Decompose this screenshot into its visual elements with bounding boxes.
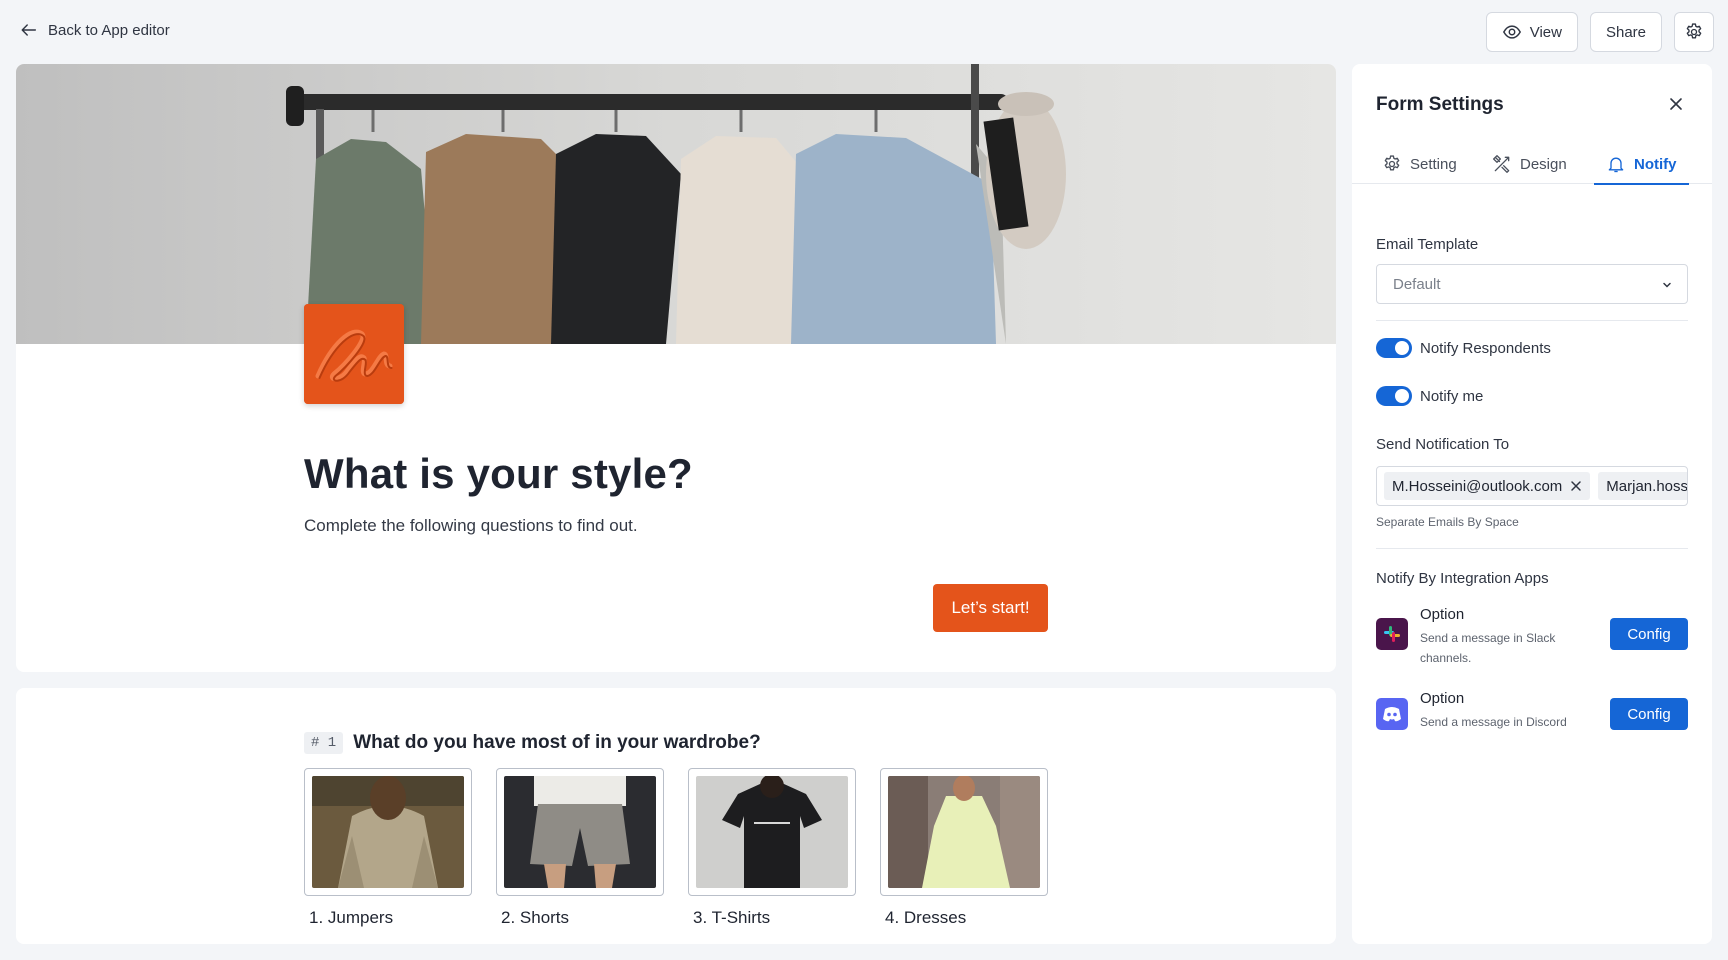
top-bar: Back to App editor View Share <box>0 0 1728 64</box>
clothing-rack-photo <box>16 64 1336 344</box>
t-shirts-photo <box>696 776 848 888</box>
form-cover-card: What is your style? Complete the followi… <box>16 64 1336 672</box>
tab-setting[interactable]: Setting <box>1382 144 1457 184</box>
panel-title: Form Settings <box>1376 94 1504 115</box>
option-image-frame <box>880 768 1048 896</box>
bell-icon <box>1608 157 1624 173</box>
chevron-down-icon <box>1663 282 1671 288</box>
divider <box>1376 548 1688 549</box>
slack-option-desc: Send a message in Slack channels. <box>1420 631 1556 665</box>
notify-respondents-toggle[interactable] <box>1376 338 1412 358</box>
option-label: 4. Dresses <box>885 908 967 927</box>
email-template-select[interactable]: Default <box>1376 264 1688 304</box>
option-dresses[interactable]: 4. Dresses <box>880 768 1048 928</box>
settings-tabs: Setting Design Notify <box>1352 144 1712 185</box>
slack-integration-row: Option Send a message in Slack channels.… <box>1376 606 1688 666</box>
notify-me-toggle[interactable] <box>1376 386 1412 406</box>
discord-config-button[interactable]: Config <box>1610 698 1688 730</box>
send-notification-label: Send Notification To <box>1376 436 1510 453</box>
slack-config-button[interactable]: Config <box>1610 618 1688 650</box>
notify-respondents-row: Notify Respondents <box>1376 338 1551 358</box>
slack-option-name: Option <box>1420 606 1465 623</box>
view-button[interactable]: View <box>1485 12 1578 52</box>
emails-hint: Separate Emails By Space <box>1376 515 1519 529</box>
tab-notify[interactable]: Notify <box>1594 144 1689 185</box>
email-chip-text: M.Hosseini@outlook.com <box>1392 477 1563 495</box>
question-card: # 1 What do you have most of in your war… <box>16 688 1336 944</box>
tab-design-label: Design <box>1520 155 1567 173</box>
settings-button[interactable] <box>1674 12 1714 52</box>
option-label: 2. Shorts <box>501 908 570 927</box>
form-settings-panel: Form Settings Setting Design Notify Emai… <box>1352 64 1712 944</box>
eye-icon <box>1502 25 1521 39</box>
share-button-label: Share <box>1605 23 1646 41</box>
lets-start-button[interactable]: Let’s start! <box>933 584 1048 632</box>
notify-me-row: Notify me <box>1376 386 1483 406</box>
integration-apps-label: Notify By Integration Apps <box>1376 570 1549 587</box>
arrow-left-icon <box>21 24 37 36</box>
shorts-photo <box>504 776 656 888</box>
share-button[interactable]: Share <box>1589 12 1662 52</box>
form-title[interactable]: What is your style? <box>304 450 693 498</box>
discord-icon <box>1376 698 1408 730</box>
remove-email-icon[interactable] <box>1570 480 1582 492</box>
email-template-value: Default <box>1393 275 1441 293</box>
tab-setting-label: Setting <box>1410 155 1457 173</box>
back-link-label: Back to App editor <box>48 21 170 39</box>
divider <box>1376 320 1688 321</box>
option-shorts[interactable]: 2. Shorts <box>496 768 664 928</box>
notification-emails-input[interactable]: M.Hosseini@outlook.com Marjan.hosseini@g… <box>1376 466 1688 506</box>
option-image-frame <box>496 768 664 896</box>
tab-notify-label: Notify <box>1634 155 1677 173</box>
dresses-photo <box>888 776 1040 888</box>
style-script-logo <box>304 304 404 404</box>
option-t-shirts[interactable]: 3. T-Shirts <box>688 768 856 928</box>
email-chip-text: Marjan.hosseini@gmail.com <box>1606 477 1688 495</box>
slack-icon <box>1376 618 1408 650</box>
email-template-label: Email Template <box>1376 236 1479 253</box>
notify-respondents-label: Notify Respondents <box>1420 339 1551 357</box>
tab-design[interactable]: Design <box>1492 144 1567 184</box>
question-header: # 1 What do you have most of in your war… <box>304 732 761 754</box>
notify-me-label: Notify me <box>1420 387 1484 405</box>
option-jumpers[interactable]: 1. Jumpers <box>304 768 472 928</box>
option-image-frame <box>688 768 856 896</box>
jumpers-photo <box>312 776 464 888</box>
discord-option-name: Option <box>1420 690 1465 707</box>
discord-option-desc: Send a message in Discord <box>1420 715 1567 729</box>
option-label: 1. Jumpers <box>309 908 394 927</box>
close-icon[interactable] <box>1666 94 1686 114</box>
answer-options: 1. Jumpers 2. Shorts 3. T-Shirts 4. Dres… <box>304 768 1048 928</box>
gear-icon <box>1686 23 1702 39</box>
gear-icon <box>1384 155 1400 171</box>
email-chip: M.Hosseini@outlook.com <box>1384 472 1591 500</box>
design-tools-icon <box>1493 155 1510 173</box>
back-to-editor-link[interactable]: Back to App editor <box>20 21 170 39</box>
question-text[interactable]: What do you have most of in your wardrob… <box>353 732 760 754</box>
discord-integration-row: Option Send a message in Discord Config <box>1376 690 1688 740</box>
view-button-label: View <box>1529 23 1562 41</box>
cover-image <box>16 64 1336 344</box>
question-number-badge: # 1 <box>304 732 344 754</box>
option-image-frame <box>304 768 472 896</box>
option-label: 3. T-Shirts <box>693 908 771 927</box>
top-actions: View Share <box>1485 12 1714 52</box>
form-subtitle[interactable]: Complete the following questions to find… <box>304 516 638 536</box>
email-chip: Marjan.hosseini@gmail.com <box>1598 472 1688 500</box>
form-logo <box>304 304 404 404</box>
